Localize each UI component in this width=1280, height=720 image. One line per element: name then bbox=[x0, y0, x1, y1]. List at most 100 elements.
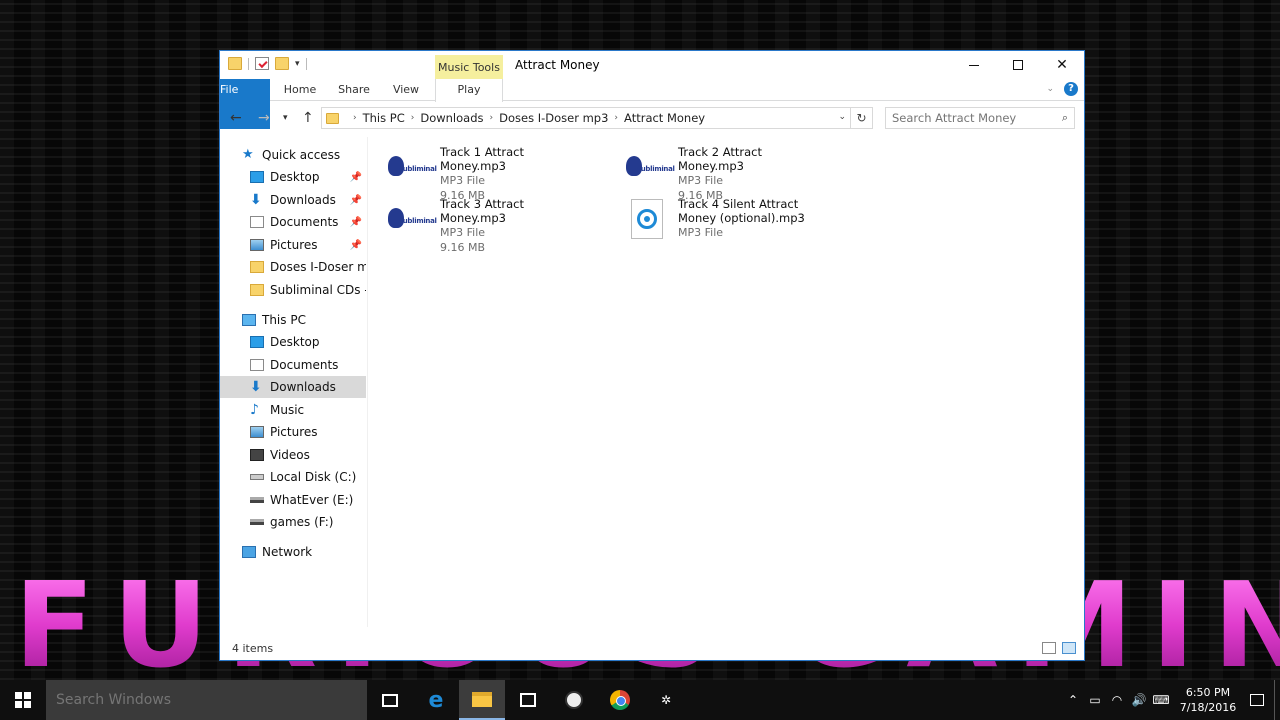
file-item-track-1[interactable]: Subliminal Track 1 Attract Money.mp3 MP3… bbox=[384, 145, 614, 202]
wifi-icon[interactable]: ◠ bbox=[1106, 693, 1128, 707]
nav-pc-pictures[interactable]: Pictures bbox=[220, 421, 366, 443]
nav-qa-pictures[interactable]: Pictures 📌 bbox=[220, 234, 366, 256]
file-name: Track 3 Attract Money.mp3 bbox=[440, 197, 525, 225]
up-arrow-icon[interactable]: ↑ bbox=[302, 110, 314, 126]
nav-pc-local-disk[interactable]: Local Disk (C:) bbox=[220, 466, 366, 488]
file-list: Subliminal Track 1 Attract Money.mp3 MP3… bbox=[370, 137, 1084, 627]
forward-arrow-icon[interactable]: → bbox=[258, 110, 270, 126]
nav-pc-documents[interactable]: Documents bbox=[220, 354, 366, 376]
game-app-icon bbox=[565, 691, 583, 709]
show-desktop-button[interactable] bbox=[1274, 680, 1280, 720]
maximize-button[interactable] bbox=[996, 51, 1040, 79]
nav-network[interactable]: Network bbox=[220, 541, 366, 563]
properties-icon[interactable] bbox=[255, 57, 269, 70]
chevron-right-icon[interactable]: › bbox=[353, 113, 357, 123]
nav-this-pc[interactable]: This PC bbox=[220, 309, 366, 331]
address-dropdown-icon[interactable]: ⌄ bbox=[838, 112, 846, 122]
volume-icon[interactable]: 🔊 bbox=[1128, 693, 1150, 707]
toolbar-separator bbox=[248, 57, 249, 70]
pictures-icon bbox=[250, 426, 264, 438]
taskbar-search[interactable] bbox=[46, 680, 367, 720]
nav-qa-subliminal[interactable]: Subliminal CDs - Be bbox=[220, 279, 366, 301]
nav-quick-access[interactable]: ★ Quick access bbox=[220, 144, 366, 166]
task-view-button[interactable] bbox=[367, 680, 413, 720]
breadcrumb-attract-money[interactable]: Attract Money bbox=[624, 111, 705, 125]
minimize-button[interactable] bbox=[952, 51, 996, 79]
subliminal-logo-icon: Subliminal bbox=[386, 206, 437, 232]
quick-access-toolbar: ▾ bbox=[228, 57, 307, 70]
clock-date: 7/18/2016 bbox=[1179, 701, 1237, 714]
search-box[interactable]: ⌕ bbox=[885, 107, 1075, 129]
breadcrumb-doses[interactable]: Doses I-Doser mp3 bbox=[499, 111, 608, 125]
folder-icon bbox=[228, 57, 242, 70]
videos-icon bbox=[250, 449, 264, 461]
window-controls: ✕ bbox=[952, 51, 1084, 79]
folder-icon bbox=[250, 284, 264, 296]
tab-home[interactable]: Home bbox=[278, 79, 322, 101]
nav-pc-music[interactable]: ♪ Music bbox=[220, 399, 366, 421]
address-bar[interactable]: › This PC › Downloads › Doses I-Doser mp… bbox=[321, 107, 873, 129]
local-disk-icon bbox=[250, 474, 264, 480]
chrome-icon bbox=[610, 690, 630, 710]
file-item-track-2[interactable]: Subliminal Track 2 Attract Money.mp3 MP3… bbox=[622, 145, 852, 202]
nav-label: Doses I-Doser mp3 bbox=[270, 260, 366, 274]
pin-icon: 📌 bbox=[349, 216, 362, 228]
nav-qa-documents[interactable]: Documents 📌 bbox=[220, 211, 366, 233]
nav-label: Pictures bbox=[270, 425, 318, 439]
battery-icon[interactable]: ▭ bbox=[1084, 693, 1106, 707]
clock[interactable]: 6:50 PM 7/18/2016 bbox=[1172, 685, 1244, 715]
start-button[interactable] bbox=[0, 680, 46, 720]
nav-pc-games[interactable]: games (F:) bbox=[220, 511, 366, 533]
breadcrumb-this-pc[interactable]: This PC bbox=[363, 111, 405, 125]
chevron-right-icon[interactable]: › bbox=[490, 113, 494, 123]
toolbar-separator bbox=[305, 57, 307, 70]
expand-ribbon-icon[interactable]: ⌄ bbox=[1046, 84, 1054, 94]
keyboard-icon[interactable]: ⌨ bbox=[1150, 693, 1172, 707]
customize-toolbar-icon[interactable]: ▾ bbox=[295, 59, 300, 69]
app-button[interactable]: ✲ bbox=[643, 680, 689, 720]
taskbar-search-input[interactable] bbox=[46, 680, 346, 720]
file-type: MP3 File bbox=[440, 226, 486, 239]
details-view-icon[interactable] bbox=[1042, 642, 1056, 654]
action-center-icon[interactable] bbox=[1250, 694, 1264, 706]
file-item-track-3[interactable]: Subliminal Track 3 Attract Money.mp3 MP3… bbox=[384, 197, 614, 254]
game-app-button[interactable] bbox=[551, 680, 597, 720]
new-folder-icon[interactable] bbox=[275, 57, 289, 70]
nav-pc-whatever[interactable]: WhatEver (E:) bbox=[220, 489, 366, 511]
file-explorer-button[interactable] bbox=[459, 680, 505, 720]
search-input[interactable] bbox=[886, 108, 1046, 128]
nav-label: games (F:) bbox=[270, 515, 334, 529]
chevron-right-icon[interactable]: › bbox=[411, 113, 415, 123]
back-arrow-icon[interactable]: ← bbox=[230, 110, 242, 126]
store-button[interactable] bbox=[505, 680, 551, 720]
nav-pc-videos[interactable]: Videos bbox=[220, 444, 366, 466]
breadcrumb-downloads[interactable]: Downloads bbox=[420, 111, 483, 125]
show-hidden-icons-icon[interactable]: ⌃ bbox=[1062, 693, 1084, 707]
nav-qa-doses[interactable]: Doses I-Doser mp3 bbox=[220, 256, 366, 278]
chrome-button[interactable] bbox=[597, 680, 643, 720]
nav-pc-desktop[interactable]: Desktop bbox=[220, 331, 366, 353]
file-thumbnail: Subliminal bbox=[384, 145, 437, 189]
nav-qa-downloads[interactable]: ⬇ Downloads 📌 bbox=[220, 189, 366, 211]
close-button[interactable]: ✕ bbox=[1040, 51, 1084, 79]
tiles-view-icon[interactable] bbox=[1062, 642, 1076, 654]
help-icon[interactable]: ? bbox=[1064, 82, 1078, 96]
nav-label: Quick access bbox=[262, 148, 341, 162]
tab-view[interactable]: View bbox=[386, 79, 426, 101]
chevron-right-icon[interactable]: › bbox=[614, 113, 618, 123]
file-name: Track 4 Silent Attract Money (optional).… bbox=[678, 197, 805, 225]
edge-button[interactable]: e bbox=[413, 680, 459, 720]
search-icon[interactable]: ⌕ bbox=[1062, 111, 1068, 125]
network-icon bbox=[242, 546, 256, 558]
nav-pc-downloads[interactable]: ⬇ Downloads bbox=[220, 376, 366, 398]
recent-locations-icon[interactable]: ▾ bbox=[283, 113, 288, 123]
file-item-track-4[interactable]: Track 4 Silent Attract Money (optional).… bbox=[622, 197, 852, 247]
tab-play[interactable]: Play bbox=[435, 79, 503, 102]
refresh-icon[interactable]: ↻ bbox=[850, 108, 872, 128]
close-icon: ✕ bbox=[1056, 57, 1068, 73]
tab-share[interactable]: Share bbox=[332, 79, 376, 101]
ribbon-right-controls: ⌄ ? bbox=[1046, 82, 1078, 96]
system-tray: ⌃ ▭ ◠ 🔊 ⌨ 6:50 PM 7/18/2016 bbox=[1062, 680, 1280, 720]
nav-qa-desktop[interactable]: Desktop 📌 bbox=[220, 166, 366, 188]
file-explorer-window: ▾ Music Tools Attract Money ✕ File Home … bbox=[219, 50, 1085, 661]
